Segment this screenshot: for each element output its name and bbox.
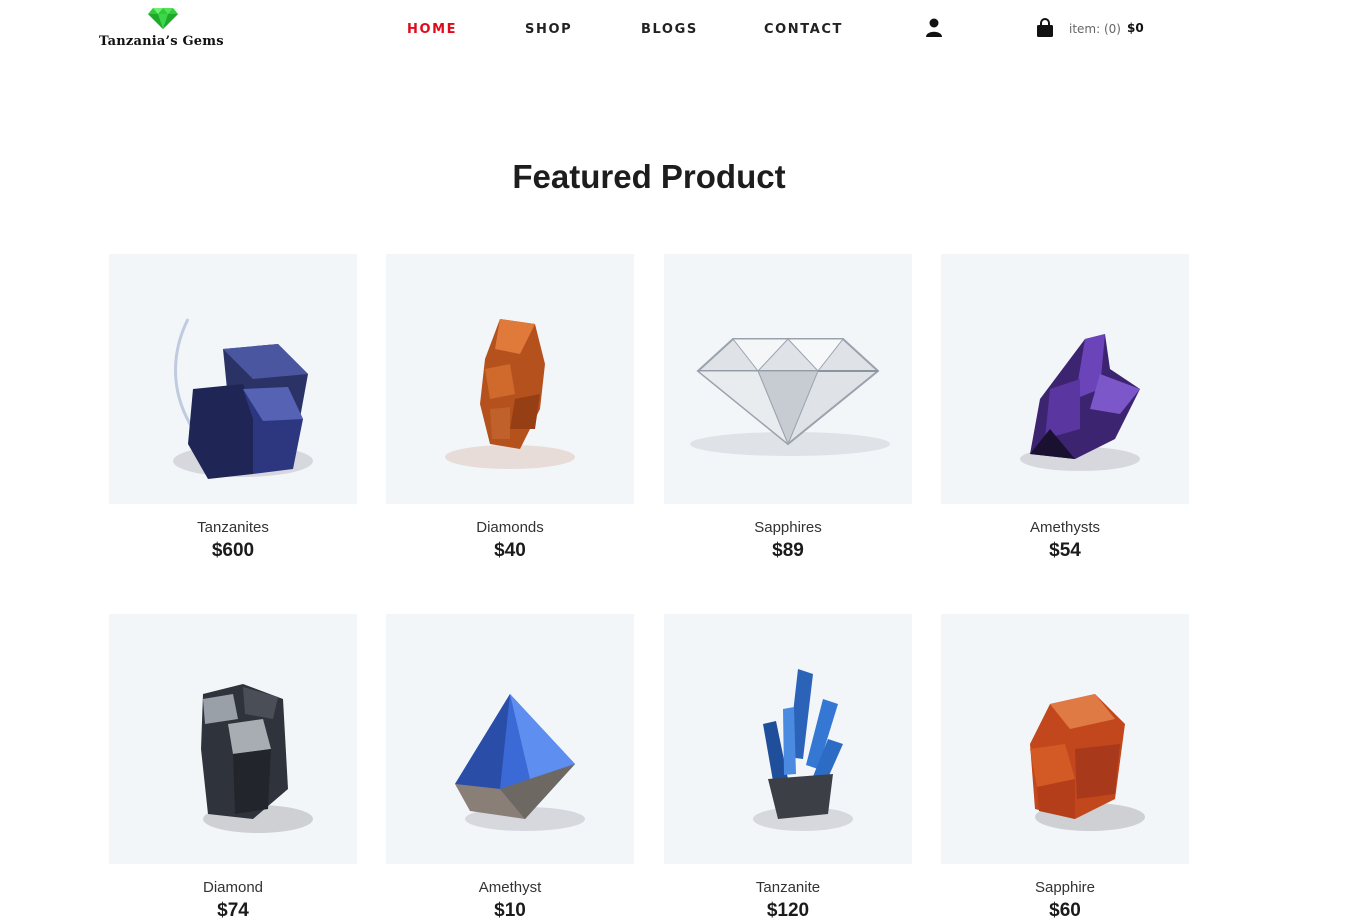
product-image[interactable] [941, 614, 1189, 864]
product-name[interactable]: Amethysts [941, 519, 1189, 536]
product-name[interactable]: Tanzanites [109, 519, 357, 536]
product-card[interactable]: Sapphire $60 [941, 614, 1189, 922]
section-title: Featured Product [512, 158, 786, 195]
shopping-bag-icon[interactable] [1036, 18, 1054, 38]
product-image[interactable] [664, 254, 912, 504]
product-card[interactable]: Tanzanites $600 [109, 254, 357, 562]
product-price: $600 [211, 540, 255, 561]
product-image[interactable] [941, 254, 1189, 504]
green-gem-icon [148, 8, 178, 29]
nav-shop[interactable]: SHOP [525, 22, 572, 37]
product-card[interactable]: Amethyst $10 [386, 614, 634, 922]
gem-blue-pyramid-icon [455, 694, 585, 831]
cart-item-count[interactable]: item: (0) [1069, 22, 1121, 36]
user-icon[interactable] [925, 18, 943, 38]
product-card[interactable]: Diamond $74 [109, 614, 357, 922]
product-name[interactable]: Tanzanite [664, 879, 912, 896]
product-name[interactable]: Amethyst [386, 879, 634, 896]
product-price: $60 [1049, 900, 1081, 921]
product-card[interactable]: Diamonds $40 [386, 254, 634, 562]
product-price: $10 [494, 900, 526, 921]
gem-dark-cube-icon [201, 684, 313, 833]
gem-orange-crystal-icon [445, 319, 575, 469]
product-card[interactable]: Sapphires $89 [664, 254, 912, 562]
brand-logo[interactable]: Tanzania’s Gems [99, 6, 239, 50]
gem-orange-cube-icon [1030, 694, 1145, 831]
product-card[interactable]: Tanzanite $120 [664, 614, 912, 922]
gem-amethyst-icon [1020, 334, 1140, 471]
cart-total[interactable]: $0 [1127, 21, 1144, 35]
product-image[interactable] [109, 254, 357, 504]
gem-blue-crystal-icon [753, 669, 853, 831]
product-image[interactable] [386, 254, 634, 504]
product-name[interactable]: Sapphires [664, 519, 912, 536]
product-image[interactable] [109, 614, 357, 864]
product-image[interactable] [386, 614, 634, 864]
product-name[interactable]: Diamonds [386, 519, 634, 536]
brand-name: Tanzania’s Gems [99, 34, 224, 49]
product-price: $74 [217, 900, 249, 921]
product-name[interactable]: Diamond [109, 879, 357, 896]
nav-home[interactable]: HOME [407, 22, 457, 37]
product-price: $54 [1049, 540, 1081, 561]
product-price: $40 [494, 540, 526, 561]
product-image[interactable] [664, 614, 912, 864]
nav-blogs[interactable]: BLOGS [641, 22, 698, 37]
gem-tanzanite-icon [173, 318, 313, 479]
product-price: $120 [766, 900, 810, 921]
product-card[interactable]: Amethysts $54 [941, 254, 1189, 562]
product-name[interactable]: Sapphire [941, 879, 1189, 896]
nav-contact[interactable]: CONTACT [764, 22, 843, 37]
product-price: $89 [772, 540, 804, 561]
gem-diamond-icon [690, 338, 890, 456]
